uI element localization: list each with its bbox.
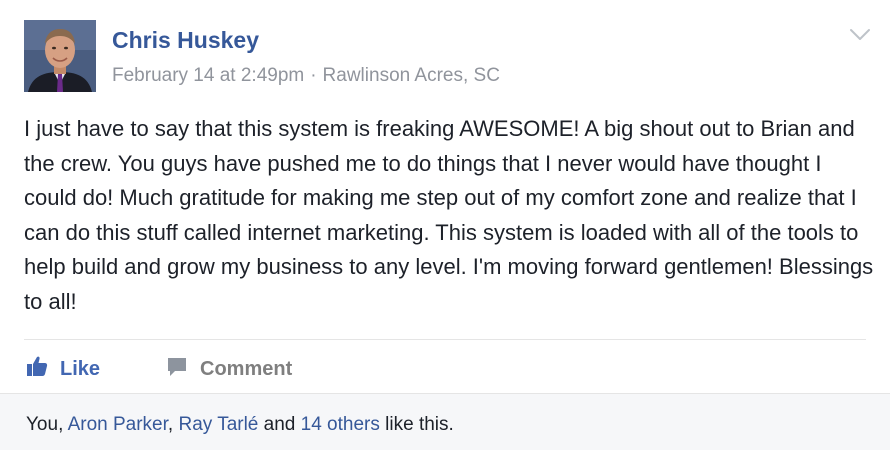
post-body-text: I just have to say that this system is f…: [24, 116, 874, 314]
comment-label: Comment: [200, 357, 293, 380]
actions-divider: [24, 339, 866, 340]
thumbs-up-icon: [26, 355, 48, 383]
likes-summary-bar: You, Aron Parker, Ray Tarlé and 14 other…: [0, 393, 890, 450]
liker-link-aron-parker[interactable]: Aron Parker: [68, 414, 168, 435]
author-name-link[interactable]: Chris Huskey: [112, 27, 259, 54]
post-meta: February 14 at 2:49pm · Rawlinson Acres, S…: [112, 65, 500, 87]
like-button[interactable]: Like: [26, 354, 100, 384]
likes-comma: ,: [58, 414, 68, 435]
comment-button[interactable]: Comment: [166, 354, 292, 384]
likes-suffix: like this.: [379, 414, 454, 435]
post-timestamp-link[interactable]: February 14 at 2:49pm: [112, 65, 304, 86]
liker-link-ray-tarle[interactable]: Ray Tarlé: [178, 414, 258, 435]
chevron-down-icon[interactable]: [848, 26, 872, 44]
author-avatar[interactable]: [24, 20, 96, 92]
post-location-link[interactable]: Rawlinson Acres, SC: [323, 65, 500, 86]
likes-and: and: [258, 414, 301, 435]
speech-bubble-icon: [166, 355, 188, 383]
meta-separator: ·: [310, 65, 317, 86]
avatar-portrait-icon: [24, 20, 96, 92]
likes-summary-text: You, Aron Parker, Ray Tarlé and 14 other…: [26, 414, 454, 436]
likes-you: You: [26, 414, 59, 435]
likes-comma: ,: [167, 414, 179, 435]
like-label: Like: [60, 357, 101, 380]
facebook-post: Chris Huskey February 14 at 2:49pm · Rawli…: [0, 0, 890, 450]
likes-others-link[interactable]: 14 others: [301, 414, 380, 435]
